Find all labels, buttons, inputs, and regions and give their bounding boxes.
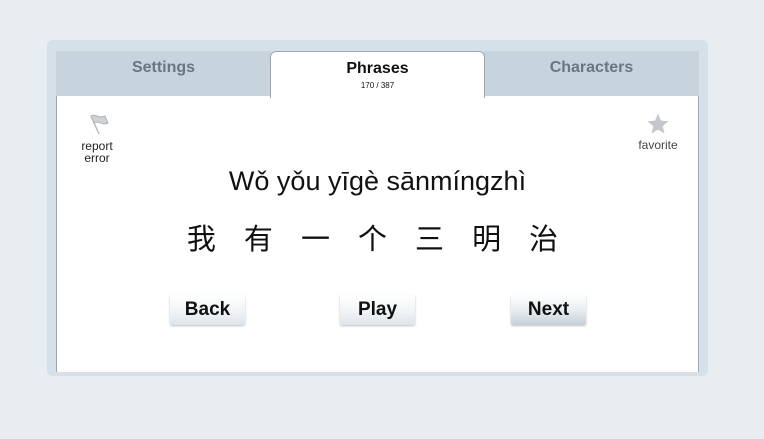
report-label-line2: error: [84, 151, 110, 165]
phrase-counter: 170 / 387: [360, 81, 395, 90]
favorite-label: favorite: [638, 138, 678, 152]
star-icon: [647, 113, 669, 134]
back-button[interactable]: Back: [170, 295, 245, 325]
tab-characters-label: Characters: [549, 59, 634, 76]
phrase-hanzi: 我 有 一 个 三 明 治: [186, 224, 569, 256]
play-button[interactable]: Play: [340, 295, 415, 325]
phrase-pinyin: Wǒ yǒu yīgè sānmíngzhì: [228, 166, 527, 196]
report-error-button[interactable]: report error: [71, 112, 123, 164]
next-button[interactable]: Next: [511, 295, 586, 325]
tab-phrases-label: Phrases: [346, 60, 409, 77]
tab-settings[interactable]: Settings: [56, 51, 271, 96]
favorite-button[interactable]: favorite: [630, 112, 686, 152]
tab-settings-label: Settings: [131, 59, 196, 76]
tab-phrases[interactable]: Phrases 170 / 387: [270, 51, 485, 98]
tab-bar: Settings Phrases 170 / 387 Characters: [56, 51, 699, 98]
flag-icon: [90, 114, 109, 135]
tab-characters[interactable]: Characters: [484, 51, 699, 96]
phrase-panel: report error favorite Wǒ yǒu yīgè sānmín…: [56, 96, 699, 372]
